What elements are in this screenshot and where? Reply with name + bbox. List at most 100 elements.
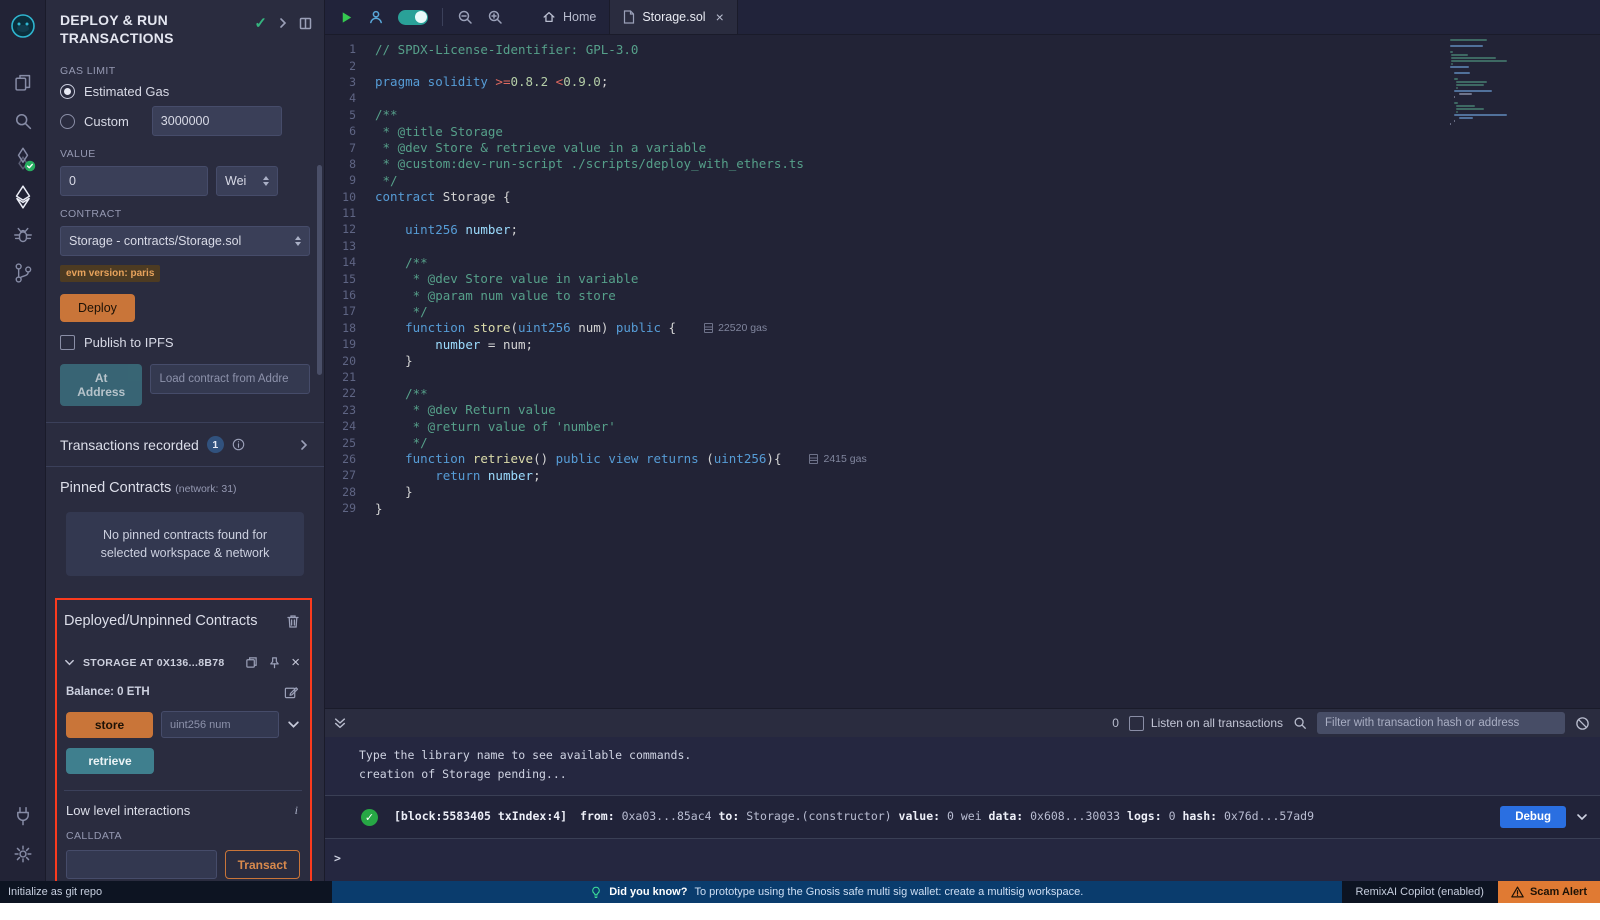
search-icon[interactable] — [5, 102, 41, 140]
contract-select[interactable]: Storage - contracts/Storage.sol — [60, 226, 310, 256]
pin-panel-icon[interactable] — [299, 17, 312, 30]
gas-estimate-icon — [704, 323, 713, 333]
tip-text: To prototype using the Gnosis safe multi… — [694, 886, 1083, 898]
retrieve-function-button[interactable]: retrieve — [66, 748, 154, 774]
tab-storage-sol[interactable]: Storage.sol × — [609, 0, 737, 34]
at-address-input[interactable] — [150, 364, 310, 394]
deploy-button[interactable]: Deploy — [60, 294, 135, 322]
copilot-toggle[interactable] — [398, 10, 428, 25]
gas-estimate-icon — [809, 454, 818, 464]
estimated-gas-radio[interactable]: Estimated Gas — [60, 84, 310, 99]
evm-version-badge: evm version: paris — [60, 265, 160, 282]
expand-tx-icon[interactable] — [1576, 811, 1588, 823]
filter-transactions-input[interactable] — [1317, 712, 1565, 734]
home-icon — [542, 10, 556, 24]
transactions-recorded-row[interactable]: Transactions recorded 1 — [46, 423, 324, 466]
chevron-down-icon[interactable] — [64, 657, 75, 668]
contract-label: CONTRACT — [60, 208, 310, 220]
divider — [442, 8, 443, 26]
highlight-region: Deployed/Unpinned Contracts STORAGE AT 0… — [55, 598, 312, 881]
gas-estimate-note: 2415 gas — [809, 453, 866, 465]
deploy-run-panel: DEPLOY & RUN TRANSACTIONS ✓ GAS LIMIT Es… — [46, 0, 325, 881]
transactions-recorded-label: Transactions recorded — [60, 437, 199, 453]
debugger-icon[interactable] — [5, 216, 41, 254]
file-icon — [623, 10, 635, 24]
custom-gas-label: Custom — [84, 114, 129, 129]
file-explorer-icon[interactable] — [5, 64, 41, 102]
deployed-contracts-title: Deployed/Unpinned Contracts — [64, 613, 257, 629]
copy-icon[interactable] — [245, 656, 258, 669]
chevron-right-icon[interactable] — [298, 439, 310, 451]
terminal-prompt[interactable]: > — [325, 839, 1600, 877]
checkbox-icon[interactable] — [60, 335, 75, 350]
minimap[interactable] — [1450, 39, 1514, 126]
info-icon: i — [295, 803, 298, 818]
trash-icon[interactable] — [286, 614, 300, 629]
transaction-details: [block:5583405 txIndex:4] from: 0xa03...… — [394, 808, 1488, 825]
pinned-network-label: (network: 31) — [175, 483, 236, 495]
at-address-button[interactable]: At Address — [60, 364, 142, 406]
store-param-input[interactable] — [161, 711, 279, 738]
copilot-status[interactable]: RemixAI Copilot (enabled) — [1342, 881, 1498, 903]
tip-prefix: Did you know? — [609, 886, 687, 898]
radio-selected-icon[interactable] — [60, 84, 75, 99]
plugin-manager-icon[interactable] — [5, 797, 41, 835]
window-edge — [0, 903, 1600, 920]
settings-icon[interactable] — [5, 835, 41, 873]
code-lines: 1// SPDX-License-Identifier: GPL-3.023pr… — [325, 41, 1600, 516]
deploy-run-icon[interactable] — [5, 178, 41, 216]
updown-icon — [295, 236, 301, 246]
checkbox-icon[interactable] — [1129, 716, 1144, 731]
git-icon[interactable] — [5, 254, 41, 292]
panel-title: DEPLOY & RUN TRANSACTIONS — [60, 12, 230, 47]
custom-gas-radio[interactable]: Custom — [60, 106, 310, 136]
git-init-label[interactable]: Initialize as git repo — [8, 886, 102, 898]
scam-alert-button[interactable]: Scam Alert — [1498, 881, 1600, 903]
scam-alert-label: Scam Alert — [1530, 886, 1587, 898]
listen-all-label: Listen on all transactions — [1151, 716, 1283, 730]
solidity-compiler-icon[interactable] — [5, 140, 41, 178]
edit-icon[interactable] — [284, 685, 298, 699]
publish-ipfs-row[interactable]: Publish to IPFS — [60, 335, 310, 350]
pinned-contracts-title: Pinned Contracts — [60, 480, 171, 496]
lightbulb-icon — [590, 885, 602, 900]
terminal-output[interactable]: Type the library name to see available c… — [325, 737, 1600, 881]
value-label: VALUE — [60, 148, 310, 160]
pin-icon[interactable] — [268, 656, 281, 669]
collapse-terminal-icon[interactable] — [333, 716, 347, 730]
transact-button[interactable]: Transact — [225, 850, 300, 879]
contract-selected: Storage - contracts/Storage.sol — [69, 234, 287, 248]
clear-console-icon[interactable] — [1575, 716, 1590, 731]
deployed-contract-row[interactable]: STORAGE AT 0X136...8B78 × — [57, 633, 310, 672]
listen-all-row[interactable]: Listen on all transactions — [1129, 716, 1283, 731]
zoom-out-icon[interactable] — [457, 9, 473, 25]
store-function-button[interactable]: store — [66, 712, 153, 738]
editor-area: Home Storage.sol × 1// SPDX-License-Iden… — [325, 0, 1600, 881]
tab-home[interactable]: Home — [529, 0, 609, 34]
tx-summary: [block:5583405 txIndex:4] — [394, 809, 567, 823]
panel-scrollbar[interactable] — [317, 165, 322, 375]
check-icon: ✓ — [254, 14, 267, 32]
ai-assistant-icon[interactable] — [368, 9, 384, 25]
remix-logo[interactable] — [5, 8, 41, 46]
zoom-in-icon[interactable] — [487, 9, 503, 25]
close-tab-icon[interactable]: × — [716, 9, 724, 25]
expand-params-icon[interactable] — [287, 718, 300, 731]
icon-sidebar — [0, 0, 46, 881]
radio-unselected-icon[interactable] — [60, 114, 75, 129]
warning-icon — [1511, 886, 1524, 898]
value-unit: Wei — [225, 174, 255, 188]
tab-home-label: Home — [563, 10, 596, 24]
chevron-right-icon[interactable] — [277, 17, 289, 29]
code-editor[interactable]: 1// SPDX-License-Identifier: GPL-3.023pr… — [325, 35, 1600, 708]
transaction-log-row[interactable]: ✓ [block:5583405 txIndex:4] from: 0xa03.… — [325, 795, 1600, 839]
run-script-icon[interactable] — [339, 10, 354, 25]
value-unit-select[interactable]: Wei — [216, 166, 278, 196]
status-bar: Initialize as git repo Did you know? To … — [0, 881, 1600, 903]
search-icon[interactable] — [1293, 716, 1307, 730]
custom-gas-input[interactable] — [152, 106, 282, 136]
close-icon[interactable]: × — [291, 655, 300, 670]
calldata-input[interactable] — [66, 850, 217, 879]
debug-button[interactable]: Debug — [1500, 806, 1566, 828]
value-input[interactable] — [60, 166, 208, 196]
